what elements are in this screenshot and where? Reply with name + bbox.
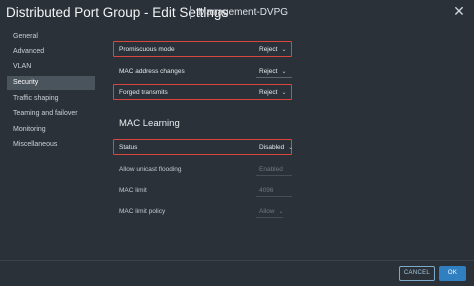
chevron-down-icon: ⌄ <box>281 90 287 96</box>
status-select[interactable]: Disabled ⌄ <box>259 144 293 151</box>
promiscuous-mode-value: Reject <box>259 46 278 53</box>
select-underline <box>256 175 292 176</box>
allow-unicast-flooding-value: Enabled <box>259 166 283 173</box>
mac-learning-heading: MAC Learning <box>119 118 180 129</box>
close-icon[interactable]: ✕ <box>452 4 466 18</box>
mac-limit-policy-value: Allow <box>259 208 275 215</box>
forged-transmits-select[interactable]: Reject ⌄ <box>259 89 286 96</box>
promiscuous-mode-label: Promiscuous mode <box>119 46 175 53</box>
select-underline <box>256 77 292 78</box>
sidebar-item-advanced[interactable]: Advanced <box>7 45 95 59</box>
sidebar-item-security[interactable]: Security <box>7 76 95 90</box>
chevron-down-icon: ⌄ <box>278 209 284 215</box>
ok-button[interactable]: OK <box>439 266 466 281</box>
dialog-title: Distributed Port Group - Edit Settings <box>6 5 229 20</box>
sidebar-item-miscellaneous[interactable]: Miscellaneous <box>7 138 95 152</box>
mac-address-changes-select[interactable]: Reject ⌄ <box>259 68 286 75</box>
sidebar-item-general[interactable]: General <box>7 30 95 44</box>
title-bar: Distributed Port Group - Edit Settings M… <box>0 0 474 26</box>
input-underline <box>256 196 292 197</box>
mac-limit-input: 4096 <box>259 187 274 194</box>
dialog-subtitle: Management-DVPG <box>198 7 289 18</box>
sidebar-item-traffic-shaping[interactable]: Traffic shaping <box>7 92 95 106</box>
mac-limit-policy-label: MAC limit policy <box>119 208 166 215</box>
cancel-button[interactable]: CANCEL <box>399 266 435 281</box>
chevron-down-icon: ⌄ <box>288 145 294 151</box>
mac-limit-label: MAC limit <box>119 187 147 194</box>
allow-unicast-flooding-label: Allow unicast flooding <box>119 166 182 173</box>
chevron-down-icon: ⌄ <box>281 69 287 75</box>
chevron-down-icon: ⌄ <box>281 47 287 53</box>
promiscuous-mode-select[interactable]: Reject ⌄ <box>259 46 286 53</box>
mac-address-changes-label: MAC address changes <box>119 68 185 75</box>
sidebar-item-vlan[interactable]: VLAN <box>7 60 95 74</box>
allow-unicast-flooding-select: Enabled <box>259 166 283 173</box>
sidebar-item-monitoring[interactable]: Monitoring <box>7 123 95 137</box>
mac-limit-policy-select: Allow ⌄ <box>259 208 284 215</box>
mac-address-changes-value: Reject <box>259 68 278 75</box>
footer-divider <box>0 260 474 261</box>
sidebar-item-teaming-and-failover[interactable]: Teaming and failover <box>7 107 95 121</box>
forged-transmits-label: Forged transmits <box>119 89 168 96</box>
title-divider <box>190 6 191 19</box>
status-value: Disabled <box>259 144 285 151</box>
forged-transmits-value: Reject <box>259 89 278 96</box>
select-underline <box>256 217 283 218</box>
status-label: Status <box>119 144 138 151</box>
